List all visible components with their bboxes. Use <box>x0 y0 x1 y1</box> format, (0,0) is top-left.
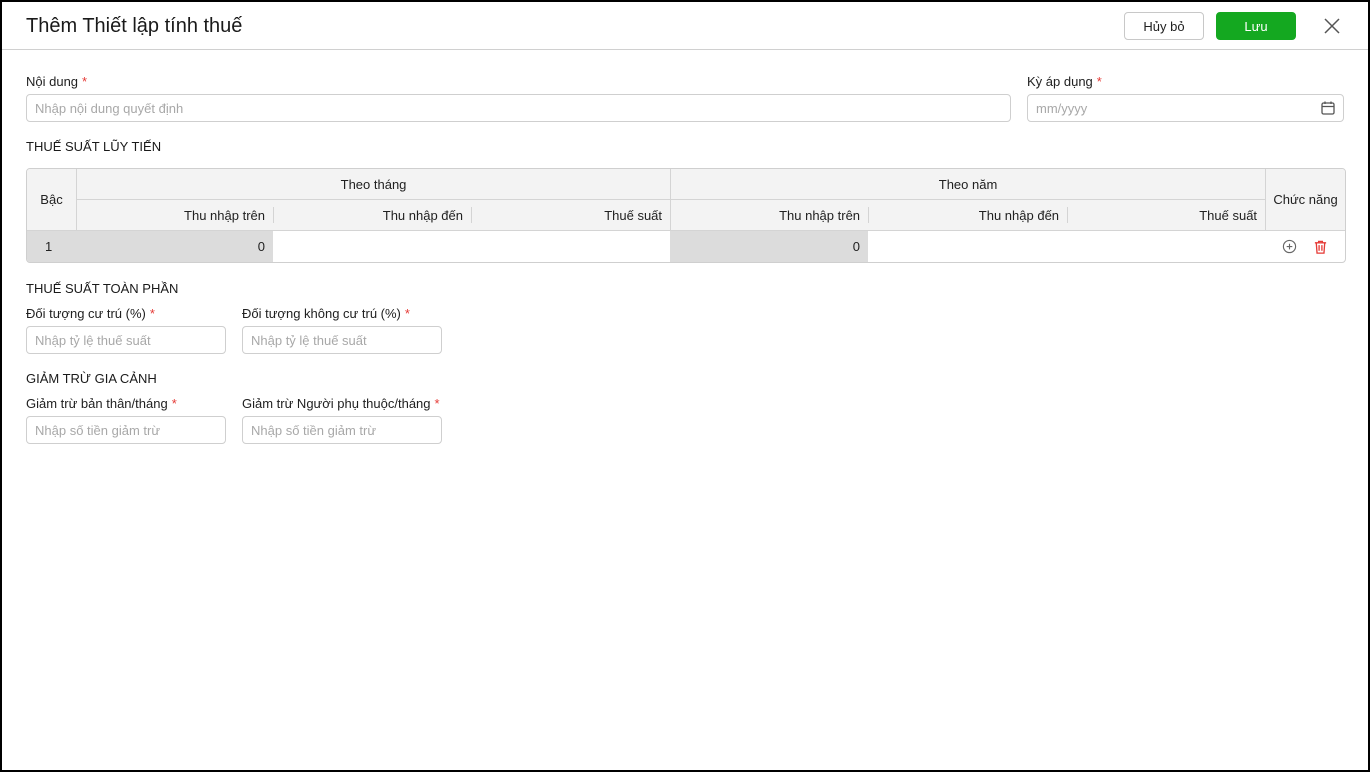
non-resident-rate-input[interactable] <box>242 326 442 354</box>
header-theo-thang: Theo tháng <box>76 169 671 200</box>
progressive-tax-table: Bậc Theo tháng Theo năm Chức năng Thu nh… <box>26 168 1347 263</box>
self-deduction-input[interactable] <box>26 416 226 444</box>
add-circle-icon[interactable] <box>1282 239 1297 254</box>
noi-dung-label: Nội dung * <box>26 74 88 89</box>
save-button[interactable]: Lưu <box>1216 12 1296 40</box>
header-theo-nam: Theo năm <box>670 169 1266 200</box>
dialog-title: Thêm Thiết lập tính thuế <box>26 15 243 37</box>
cell-month-from: 0 <box>76 231 273 262</box>
header-year-thu-nhap-tren: Thu nhập trên <box>670 200 869 231</box>
header-chuc-nang: Chức năng <box>1265 169 1346 231</box>
dialog-header: Thêm Thiết lập tính thuế Hủy bỏ Lưu <box>2 2 1368 50</box>
deduction-title: GIẢM TRỪ GIA CẢNH <box>26 371 157 386</box>
dependent-deduction-input[interactable] <box>242 416 442 444</box>
progressive-tax-title: THUẾ SUẤT LŨY TIẾN <box>26 139 162 154</box>
cell-year-rate[interactable] <box>1067 231 1265 262</box>
table-row: 1 0 0 <box>27 231 1345 262</box>
ky-ap-dung-input[interactable] <box>1027 94 1344 122</box>
resident-label: Đối tượng cư trú (%) * <box>26 306 155 321</box>
cancel-button[interactable]: Hủy bỏ <box>1124 12 1204 40</box>
header-month-thue-suat: Thuế suất <box>471 200 671 231</box>
cell-bac: 1 <box>27 231 76 262</box>
cell-month-to[interactable] <box>273 231 471 262</box>
cell-year-from: 0 <box>670 231 869 262</box>
header-year-thu-nhap-den: Thu nhập đến <box>868 200 1068 231</box>
header-bac: Bậc <box>27 169 76 231</box>
noi-dung-input[interactable] <box>26 94 1011 122</box>
self-deduction-label: Giảm trừ bản thân/tháng * <box>26 396 177 411</box>
calendar-icon[interactable] <box>1320 100 1336 116</box>
header-year-thue-suat: Thuế suất <box>1067 200 1266 231</box>
header-month-thu-nhap-den: Thu nhập đến <box>273 200 471 231</box>
cell-year-to[interactable] <box>868 231 1067 262</box>
non-resident-label: Đối tượng không cư trú (%) * <box>242 306 410 321</box>
flat-tax-title: THUẾ SUẤT TOÀN PHẦN <box>26 281 179 296</box>
ky-ap-dung-label: Kỳ áp dụng * <box>1027 74 1102 89</box>
dialog: Thêm Thiết lập tính thuế Hủy bỏ Lưu Nội … <box>0 0 1370 772</box>
resident-rate-input[interactable] <box>26 326 226 354</box>
dependent-deduction-label: Giảm trừ Người phụ thuộc/tháng * <box>242 396 440 411</box>
header-month-thu-nhap-tren: Thu nhập trên <box>76 200 273 231</box>
cell-month-rate[interactable] <box>471 231 670 262</box>
close-icon[interactable] <box>1322 16 1342 36</box>
trash-icon[interactable] <box>1313 239 1328 255</box>
cell-actions <box>1265 231 1345 262</box>
